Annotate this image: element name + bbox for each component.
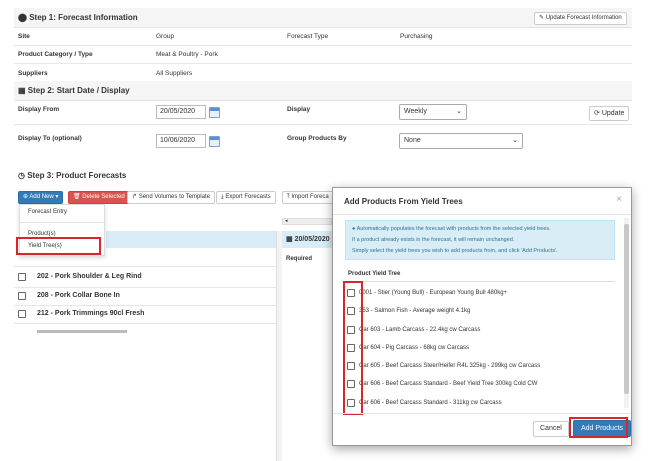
display-from-calendar-icon[interactable] bbox=[209, 107, 220, 118]
refresh-icon: ⟳ bbox=[594, 110, 600, 117]
add-new-label: Add New bbox=[29, 194, 54, 200]
modal-title: Add Products From Yield Trees bbox=[344, 197, 463, 206]
display-to-calendar-icon[interactable] bbox=[209, 136, 220, 147]
tree-header: Product Yield Tree bbox=[348, 271, 401, 277]
share-icon: ↱ bbox=[132, 194, 138, 200]
add-products-modal: Add Products From Yield Trees × ● Automa… bbox=[332, 187, 632, 446]
group-by-select[interactable]: None ⌄ bbox=[399, 133, 523, 149]
suppliers-value: All Suppliers bbox=[156, 70, 193, 77]
step2-title: Step 2: Start Date / Display bbox=[27, 86, 130, 95]
info-line-1-text: Automatically populates the forecast wit… bbox=[356, 226, 551, 232]
date-header-text: 20/05/2020 bbox=[294, 236, 330, 243]
horizontal-scroll-left-icon[interactable]: ◂ bbox=[282, 218, 332, 225]
export-forecasts-button[interactable]: ⤓ Export Forecasts bbox=[216, 191, 276, 204]
tree-row: Car 606 - Beef Carcass Standard - Beef Y… bbox=[359, 381, 538, 387]
info-line-2: If a product already exists in the forec… bbox=[352, 237, 515, 243]
info-icon: ● bbox=[352, 226, 356, 232]
cancel-button[interactable]: Cancel bbox=[533, 421, 569, 437]
grid-scrollbar[interactable] bbox=[276, 231, 282, 461]
step3-header: ◷ Step 3: Product Forecasts bbox=[14, 166, 632, 186]
tree-row: 353 - Salmon Fish - Average weight 4.1kg bbox=[359, 308, 471, 314]
display-label: Display bbox=[287, 106, 311, 113]
update-forecast-info-label: Update Forecast Information bbox=[545, 15, 622, 21]
delete-selected-label: Delete Selected bbox=[82, 194, 125, 200]
step2-header: ▦ Step 2: Start Date / Display bbox=[14, 81, 632, 101]
display-to-label: Display To (optional) bbox=[18, 135, 82, 142]
import-forecasts-button[interactable]: ⤒ Import Foreca bbox=[282, 191, 334, 204]
menu-item-forecast-entry[interactable]: Forecast Entry bbox=[28, 209, 67, 215]
partial-row bbox=[37, 330, 127, 333]
export-forecasts-label: Export Forecasts bbox=[225, 194, 271, 200]
clock-icon: ◷ bbox=[18, 171, 25, 180]
modal-scrollbar[interactable] bbox=[624, 218, 629, 408]
info-line-1: ● Automatically populates the forecast w… bbox=[352, 226, 551, 232]
chevron-down-icon: ⌄ bbox=[512, 137, 518, 144]
tree-row: Car 604 - Pig Carcass - 68kg cw Carcass bbox=[359, 345, 470, 351]
step1-title: Step 1: Forecast Information bbox=[29, 13, 138, 22]
calendar-icon: ▦ bbox=[18, 86, 26, 95]
add-new-button[interactable]: ⊕ Add New ▾ bbox=[18, 191, 64, 204]
tree-row: 0001 - Stier (Young Bull) - European You… bbox=[359, 290, 508, 296]
tree-row: Car 605 - Beef Carcass Steer/Heifer R4L … bbox=[359, 363, 541, 369]
site-label: Site bbox=[18, 33, 30, 40]
forecast-type-label: Forecast Type bbox=[287, 33, 329, 40]
step3-title: Step 3: Product Forecasts bbox=[27, 171, 127, 180]
delete-selected-button[interactable]: 🗑 Delete Selected bbox=[68, 191, 130, 204]
row-checkbox[interactable] bbox=[18, 292, 26, 300]
display-from-label: Display From bbox=[18, 106, 60, 113]
chevron-down-icon: ⌄ bbox=[456, 108, 462, 115]
tree-row: Car 606 - Beef Carcass Standard - 311kg … bbox=[359, 400, 502, 406]
group-label: Group bbox=[156, 33, 175, 40]
suppliers-label: Suppliers bbox=[18, 70, 48, 77]
product-row-name: 202 - Pork Shoulder & Leg Rind bbox=[37, 273, 142, 280]
update-button[interactable]: ⟳ Update bbox=[589, 106, 630, 121]
display-select-value: Weekly bbox=[404, 108, 427, 115]
menu-divider bbox=[20, 222, 104, 223]
required-label: Required bbox=[286, 256, 313, 262]
trash-icon: 🗑 bbox=[73, 194, 81, 200]
plus-circle-icon: ⊕ bbox=[23, 194, 29, 200]
product-row-name: 208 - Pork Collar Bone In bbox=[37, 292, 120, 299]
import-forecasts-label: Import Foreca bbox=[291, 194, 329, 200]
row-checkbox[interactable] bbox=[18, 273, 26, 281]
category-label: Product Category / Type bbox=[18, 51, 93, 58]
update-button-label: Update bbox=[601, 110, 625, 117]
group-by-label: Group Products By bbox=[287, 135, 347, 142]
forecast-type-value: Purchasing bbox=[400, 33, 433, 40]
send-volumes-label: Send Volumes to Template bbox=[138, 194, 210, 200]
display-to-input[interactable]: 10/06/2020 bbox=[156, 134, 206, 148]
yield-trees-highlight bbox=[16, 237, 101, 255]
send-volumes-button[interactable]: ↱ Send Volumes to Template bbox=[127, 191, 215, 204]
grid-header-bar bbox=[106, 231, 276, 248]
display-from-input[interactable]: 20/05/2020 bbox=[156, 105, 206, 119]
info-circle-icon: ⬤ bbox=[18, 13, 27, 22]
calendar-icon: ▦ bbox=[286, 236, 293, 243]
group-by-select-value: None bbox=[404, 137, 421, 144]
download-icon: ⤓ bbox=[221, 194, 224, 200]
modal-close-icon[interactable]: × bbox=[616, 194, 622, 205]
update-forecast-info-button[interactable]: ✎ Update Forecast Information bbox=[534, 12, 627, 25]
checkbox-column-highlight bbox=[343, 281, 363, 415]
info-alert: ● Automatically populates the forecast w… bbox=[345, 220, 615, 260]
product-row-name: 212 - Pork Trimmings 90cl Fresh bbox=[37, 310, 145, 317]
date-column-header: ▦ 20/05/2020 bbox=[282, 231, 332, 248]
display-select[interactable]: Weekly ⌄ bbox=[399, 104, 467, 120]
pencil-icon: ✎ bbox=[539, 15, 545, 21]
category-value: Meat & Poultry - Pork bbox=[156, 51, 218, 58]
add-products-highlight bbox=[569, 417, 628, 438]
info-line-3: Simply select the yield trees you wish t… bbox=[352, 248, 558, 254]
upload-icon: ⤒ bbox=[287, 194, 290, 200]
row-checkbox[interactable] bbox=[18, 310, 26, 318]
tree-row: Car 603 - Lamb Carcass - 22.4kg cw Carca… bbox=[359, 327, 481, 333]
